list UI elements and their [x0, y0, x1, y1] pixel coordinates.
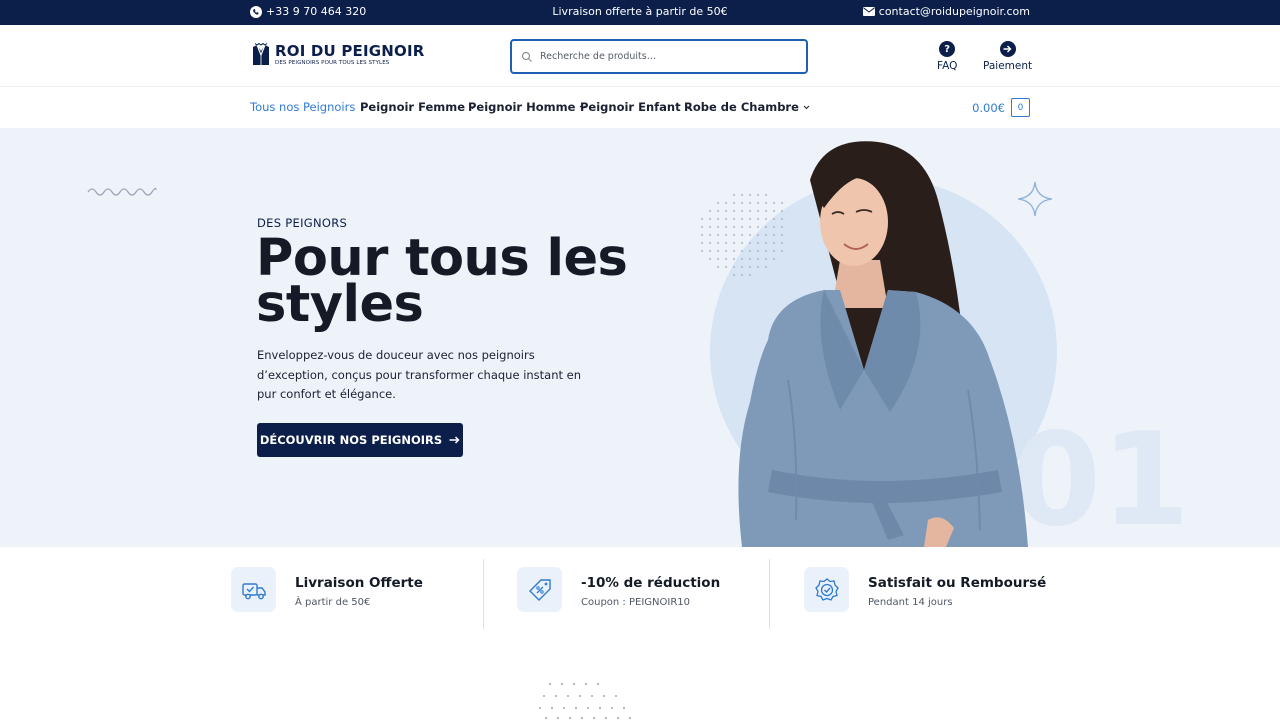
nav-item-peignoir-homme[interactable]: Peignoir Homme: [468, 100, 586, 114]
dot-grid-decoration: [539, 683, 631, 719]
truck-icon: [231, 567, 276, 612]
main-nav: Tous nos Peignoirs Peignoir Femme Peigno…: [0, 88, 1280, 128]
faq-link[interactable]: ? FAQ: [937, 41, 957, 72]
nav-item-peignoir-femme[interactable]: Peignoir Femme: [360, 100, 476, 114]
divider: [769, 559, 770, 629]
badge-check-icon: [804, 567, 849, 612]
phone-link[interactable]: +33 9 70 464 320: [250, 5, 366, 18]
cart-count: 0: [1017, 102, 1024, 113]
hero-title-line2: styles: [256, 275, 424, 334]
nav-item-label: Peignoir Homme: [468, 100, 576, 114]
search-icon: [521, 51, 532, 62]
feature-satisfaction: Satisfait ou Remboursé Pendant 14 jours: [804, 567, 1046, 612]
logo-brand: ROI DU PEIGNOIR: [275, 41, 425, 60]
cart-icon: 0: [1011, 98, 1030, 117]
hero-title: Pour tous les styles: [256, 233, 656, 330]
email-address[interactable]: contact@roidupeignoir.com: [879, 5, 1030, 18]
arrow-right-circle-icon: [999, 41, 1016, 57]
features-bar: Livraison Offerte À partir de 50€ -10% d…: [0, 547, 1280, 640]
hero-eyebrow: DES PEIGNORS: [257, 216, 348, 230]
phone-number[interactable]: +33 9 70 464 320: [266, 5, 366, 18]
cart-button[interactable]: 0.00€ 0: [972, 98, 1030, 117]
feature-subtitle: Coupon : PEIGNOIR10: [581, 597, 690, 608]
phone-icon: [250, 5, 262, 18]
nav-item-label: Tous nos Peignoirs: [250, 100, 356, 114]
hero-section: 01 DES PEIGNORS Pour tous les styles Env…: [0, 128, 1280, 547]
mail-icon: [862, 7, 875, 16]
nav-item-robe-de-chambre[interactable]: Robe de Chambre: [684, 100, 810, 114]
hero-description: Enveloppez-vous de douceur avec nos peig…: [257, 348, 582, 401]
payment-link[interactable]: Paiement: [983, 41, 1032, 72]
chevron-down-icon: [803, 105, 810, 109]
feature-title: Satisfait ou Remboursé: [868, 575, 1047, 591]
nav-item-peignoir-enfant[interactable]: Peignoir Enfant: [580, 100, 692, 114]
faq-label: FAQ: [937, 60, 958, 72]
hero-model-image: [738, 141, 1028, 547]
search-bar[interactable]: [510, 39, 808, 74]
site-header: ROI DU PEIGNOIR DES PEIGNOIRS POUR TOUS …: [0, 25, 1280, 87]
search-input[interactable]: [540, 51, 780, 62]
cta-label: DÉCOUVRIR NOS PEIGNOIRS: [259, 433, 443, 447]
promo-banner-text: Livraison offerte à partir de 50€: [552, 5, 728, 18]
feature-subtitle: À partir de 50€: [295, 597, 371, 608]
email-link[interactable]: contact@roidupeignoir.com: [862, 5, 1030, 18]
question-icon: ?: [939, 41, 956, 57]
nav-item-label: Robe de Chambre: [684, 100, 799, 114]
squiggle-decoration: [87, 187, 157, 196]
logo-tagline: DES PEIGNOIRS POUR TOUS LES STYLES: [275, 59, 390, 66]
nav-item-label: Peignoir Femme: [360, 100, 466, 114]
divider: [483, 559, 484, 629]
feature-title: -10% de réduction: [581, 575, 721, 591]
top-bar: +33 9 70 464 320 Livraison offerte à par…: [0, 0, 1280, 25]
nav-item-tous-nos-peignoirs[interactable]: Tous nos Peignoirs: [250, 100, 355, 114]
payment-label: Paiement: [983, 60, 1033, 72]
site-logo[interactable]: ROI DU PEIGNOIR DES PEIGNOIRS POUR TOUS …: [251, 43, 425, 67]
cart-total: 0.00€: [972, 100, 1005, 115]
nav-item-label: Peignoir Enfant: [580, 100, 681, 114]
feature-free-shipping: Livraison Offerte À partir de 50€: [231, 567, 423, 612]
feature-discount: -10% de réduction Coupon : PEIGNOIR10: [517, 567, 720, 612]
arrow-right-icon: [449, 436, 460, 444]
discover-peignoirs-button[interactable]: DÉCOUVRIR NOS PEIGNOIRS: [257, 423, 463, 457]
feature-title: Livraison Offerte: [295, 575, 423, 591]
feature-subtitle: Pendant 14 jours: [868, 597, 953, 608]
logo-robe-icon: [253, 43, 269, 65]
discount-tag-icon: [517, 567, 562, 612]
